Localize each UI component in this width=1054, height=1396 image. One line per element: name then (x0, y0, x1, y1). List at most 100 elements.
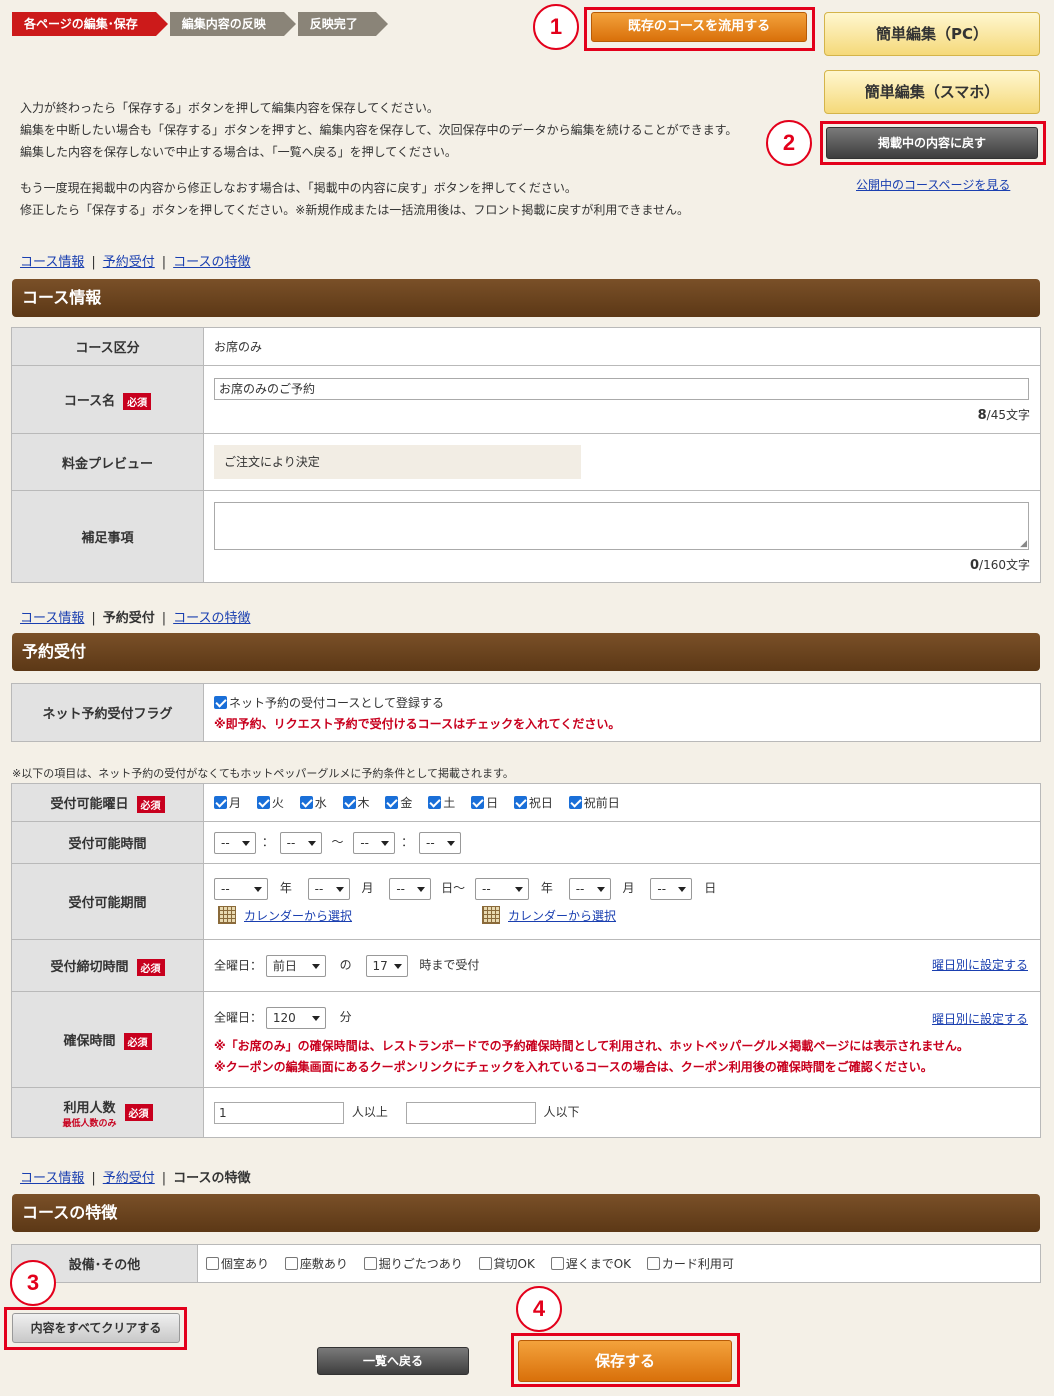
step-complete: 反映完了 (297, 12, 388, 36)
section-reservation-header: 予約受付 (12, 633, 1040, 671)
section-course-info-header: コース情報 (12, 279, 1040, 317)
required-badge: 必須 (123, 392, 152, 410)
supplement-textarea[interactable]: ◢ (214, 502, 1029, 550)
option-card[interactable]: カード利用可 (646, 1257, 734, 1271)
net-flag-text: ネット予約の受付コースとして登録する (229, 695, 445, 710)
time-label: 受付可能時間 (11, 821, 204, 864)
start-min-select[interactable]: -- (279, 831, 322, 854)
people-label: 利用人数 最低人数のみ 必須 (11, 1087, 204, 1138)
tab-reservation[interactable]: 予約受付 (103, 255, 155, 270)
easy-edit-sp-button[interactable]: 簡単編集（スマホ） (824, 70, 1040, 114)
start-day-select[interactable]: -- (389, 877, 432, 900)
day-tue[interactable]: 火 (256, 796, 284, 810)
progress-steps: 各ページの編集･保存 編集内容の反映 反映完了 (12, 12, 390, 36)
option-charter[interactable]: 貸切OK (478, 1257, 535, 1271)
end-hour-select[interactable]: -- (353, 831, 396, 854)
option-private-room[interactable]: 個室あり (206, 1257, 269, 1271)
deadline-per-day-link[interactable]: 曜日別に設定する (932, 956, 1028, 973)
deadline-hour-select[interactable]: 17 (365, 954, 408, 977)
days-label: 受付可能曜日 必須 (11, 783, 204, 822)
start-calendar-link[interactable]: カレンダーから選択 (218, 905, 352, 924)
view-public-course-link[interactable]: 公開中のコースページを見る (856, 176, 1010, 193)
supplement-counter: 0/160文字 (970, 558, 1030, 573)
section-tabs-3: コース情報 | 予約受付 | コースの特徴 (20, 1171, 251, 1186)
deadline-label: 受付締切時間 必須 (11, 939, 204, 992)
tab-reservation-current: 予約受付 (102, 611, 155, 626)
day-wed[interactable]: 水 (299, 796, 327, 810)
course-info-table: コース区分 お席のみ コース名 必須 お席のみのご予約 8/45文字 料金プレビュ… (11, 327, 1041, 583)
day-mon[interactable]: 月 (214, 796, 241, 810)
hold-time-select[interactable]: 120 (265, 1006, 326, 1029)
deadline-day-select[interactable]: 前日 (265, 954, 326, 977)
intro-line-1: 入力が終わったら「保存する」ボタンを押して編集内容を保存してください。 (20, 101, 439, 115)
easy-edit-pc-button[interactable]: 簡単編集（PC） (824, 12, 1040, 56)
tab-features[interactable]: コースの特徴 (173, 255, 250, 270)
price-preview-box: ご注文により決定 (214, 445, 581, 479)
hold-time-label: 確保時間 必須 (11, 991, 204, 1088)
day-thu[interactable]: 木 (342, 796, 370, 810)
hold-per-day-link[interactable]: 曜日別に設定する (932, 1010, 1028, 1027)
course-name-counter: 8/45文字 (977, 408, 1030, 423)
intro-line-5: 修正したら「保存する」ボタンを押してください。※新規作成または一括流用後は、フロ… (20, 203, 689, 217)
tab-course-info[interactable]: コース情報 (20, 611, 84, 626)
tab-reservation[interactable]: 予約受付 (103, 1171, 155, 1186)
intro-line-2: 編集を中断したい場合も「保存する」ボタンを押すと、編集内容を保存して、次回保存中… (20, 123, 738, 137)
option-horigotatsu[interactable]: 掘りごたつあり (363, 1257, 463, 1271)
people-max-input[interactable] (405, 1101, 536, 1124)
day-pre-holiday[interactable]: 祝前日 (568, 796, 620, 810)
highlight-box-2 (820, 121, 1046, 165)
step-reflect: 編集内容の反映 (169, 12, 296, 36)
start-year-select[interactable]: -- (214, 877, 268, 900)
reservation-table: 受付可能曜日 必須 月 火 水 木 金 土 日 祝日 祝前日 受付可能時間 -- … (11, 783, 1041, 1138)
hold-note-1: ※「お席のみ」の確保時間は、レストランボードでの予約確保時間として利用され、ホッ… (214, 1038, 969, 1053)
option-tatami[interactable]: 座敷あり (284, 1257, 348, 1271)
hold-note-2: ※クーポンの編集画面にあるクーポンリンクにチェックを入れているコースの場合は、ク… (214, 1059, 933, 1074)
course-type-value: お席のみ (203, 327, 1041, 366)
start-hour-select[interactable]: -- (214, 831, 256, 854)
highlight-box-4 (511, 1333, 740, 1387)
net-flag-checkbox[interactable] (214, 695, 227, 709)
section-features-header: コースの特徴 (12, 1194, 1040, 1232)
supplement-label: 補足事項 (11, 490, 204, 583)
highlight-box-1 (584, 7, 815, 51)
net-flag-note: ※即予約、リクエスト予約で受付けるコースはチェックを入れてください。 (214, 716, 621, 731)
tab-features-current: コースの特徴 (173, 1171, 251, 1186)
course-type-label: コース区分 (11, 327, 204, 366)
features-table: 設備･その他 個室あり 座敷あり 掘りごたつあり 貸切OK 遅くまでOK カード… (11, 1244, 1041, 1283)
end-min-select[interactable]: -- (419, 831, 462, 854)
section-tabs-2: コース情報 | 予約受付 | コースの特徴 (20, 611, 251, 626)
step-edit-save: 各ページの編集･保存 (12, 12, 168, 36)
day-sun[interactable]: 日 (471, 796, 498, 810)
callout-3: 3 (10, 1260, 56, 1306)
end-calendar-link[interactable]: カレンダーから選択 (482, 905, 616, 924)
callout-1: 1 (533, 4, 579, 50)
highlight-box-3 (4, 1307, 187, 1350)
end-month-select[interactable]: -- (568, 877, 611, 900)
end-day-select[interactable]: -- (650, 877, 693, 900)
tab-features[interactable]: コースの特徴 (173, 611, 250, 626)
section-tabs-1: コース情報 | 予約受付 | コースの特徴 (20, 255, 251, 270)
people-min-input[interactable]: 1 (214, 1101, 344, 1124)
period-label: 受付可能期間 (11, 863, 204, 940)
back-to-list-button[interactable]: 一覧へ戻る (317, 1347, 469, 1375)
start-month-select[interactable]: -- (307, 877, 350, 900)
price-preview-label: 料金プレビュー (11, 433, 204, 491)
facility-options: 個室あり 座敷あり 掘りごたつあり 貸切OK 遅くまでOK カード利用可 (197, 1244, 1041, 1283)
option-late-night[interactable]: 遅くまでOK (550, 1257, 631, 1271)
intro-text: 入力が終わったら「保存する」ボタンを押して編集内容を保存してください。 編集を中… (20, 97, 737, 221)
net-flag-label: ネット予約受付フラグ (11, 683, 204, 742)
reservation-notice: ※以下の項目は、ネット予約の受付がなくてもホットペッパーグルメに予約条件として掲… (12, 767, 514, 780)
day-sat[interactable]: 土 (428, 796, 455, 810)
course-name-label: コース名 必須 (11, 365, 204, 434)
tab-course-info[interactable]: コース情報 (20, 1171, 84, 1186)
day-holiday[interactable]: 祝日 (513, 796, 553, 810)
days-options: 月 火 水 木 金 土 日 祝日 祝前日 (203, 783, 1041, 822)
day-fri[interactable]: 金 (385, 796, 412, 810)
intro-line-4: もう一度現在掲載中の内容から修正しなおす場合は、「掲載中の内容に戻す」ボタンを押… (20, 181, 577, 195)
calendar-icon (218, 905, 236, 924)
intro-line-3: 編集した内容を保存しないで中止する場合は、「一覧へ戻る」を押してください。 (20, 145, 457, 159)
callout-2: 2 (766, 120, 812, 166)
course-name-input[interactable]: お席のみのご予約 (214, 378, 1029, 400)
end-year-select[interactable]: -- (475, 877, 530, 900)
tab-course-info[interactable]: コース情報 (20, 255, 84, 270)
